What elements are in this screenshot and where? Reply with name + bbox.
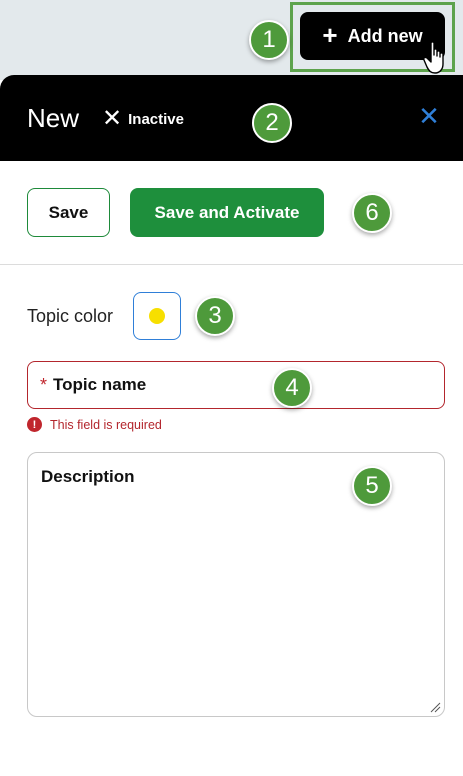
topic-color-picker[interactable] [133,292,181,340]
panel-title: New [27,103,80,133]
save-button[interactable]: Save [27,188,110,237]
color-swatch [149,308,165,324]
close-icon[interactable]: ✕ [416,103,442,129]
step-badge-4: 4 [272,368,312,408]
inactive-x-icon: ✕ [102,105,123,132]
status-tag: ✕ Inactive [102,107,184,131]
step-badge-3: 3 [195,296,235,336]
plus-icon: + [322,19,338,50]
new-topic-panel: New ✕ Inactive ✕ Save Save and Activate … [0,75,463,776]
description-placeholder: Description [41,467,135,486]
step-badge-6: 6 [352,193,392,233]
save-and-activate-button[interactable]: Save and Activate [130,188,324,237]
step-badge-2: 2 [252,103,292,143]
hand-cursor-icon [423,41,444,74]
topic-name-placeholder: Topic name [53,375,147,394]
required-marker: * [40,374,48,395]
error-icon: ! [27,417,42,432]
topic-name-input[interactable]: * Topic name [27,361,445,409]
resize-handle-icon[interactable] [429,701,441,713]
status-label: Inactive [128,110,184,128]
divider [0,264,463,265]
add-new-label: Add new [347,25,423,46]
step-badge-1: 1 [249,20,289,60]
validation-error: ! This field is required [27,417,162,432]
panel-header: New ✕ Inactive ✕ [0,75,463,161]
topic-color-label: Topic color [27,306,114,326]
error-message: This field is required [50,417,162,432]
step-badge-5: 5 [352,466,392,506]
